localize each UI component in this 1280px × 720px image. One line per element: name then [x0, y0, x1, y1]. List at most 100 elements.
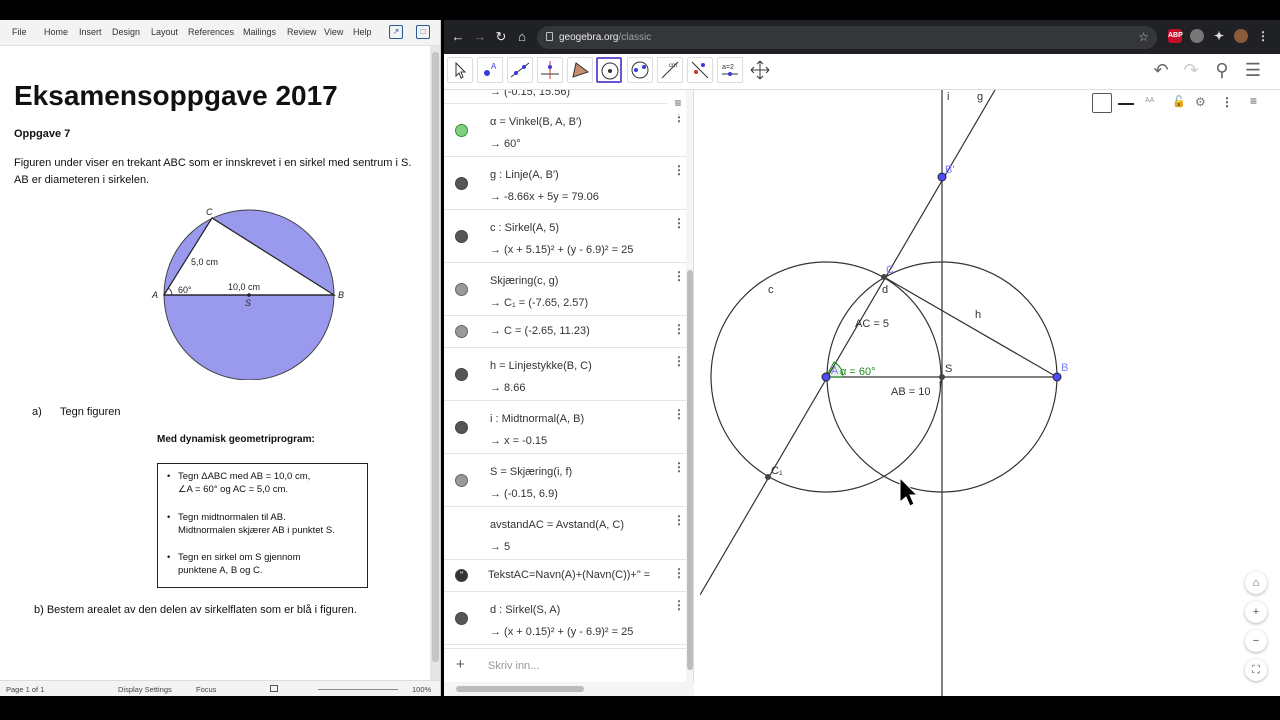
- visibility-toggle-icon[interactable]: [455, 176, 468, 190]
- visibility-toggle-icon[interactable]: [455, 611, 468, 625]
- reflect-tool[interactable]: [687, 57, 713, 83]
- perpendicular-tool[interactable]: [537, 57, 563, 83]
- avatar[interactable]: [1234, 29, 1248, 43]
- algebra-input-row[interactable]: + Skriv inn...: [444, 648, 686, 682]
- tab-view[interactable]: View: [324, 27, 343, 37]
- visibility-toggle-icon[interactable]: [455, 420, 468, 434]
- polygon-tool[interactable]: [567, 57, 593, 83]
- algebra-definition[interactable]: c : Sirkel(A, 5): [490, 222, 559, 234]
- settings-icon[interactable]: ⚙: [1195, 95, 1206, 109]
- visibility-toggle-icon[interactable]: [455, 282, 468, 296]
- row-menu-icon[interactable]: ⋮: [673, 354, 685, 368]
- share-icon[interactable]: ↗: [389, 25, 403, 39]
- visibility-toggle-icon[interactable]: [455, 123, 468, 137]
- add-icon[interactable]: +: [456, 656, 465, 673]
- text-icon[interactable]: ”: [455, 569, 468, 582]
- extension-icon[interactable]: [1190, 29, 1204, 43]
- algebra-row[interactable]: → C = (-2.65, 11.23) ⋮: [444, 316, 686, 348]
- tab-mailings[interactable]: Mailings: [243, 27, 276, 37]
- lock-toggle-icon[interactable]: 🔓: [1172, 95, 1186, 108]
- style-bar-toggle-icon[interactable]: ≡: [1250, 94, 1257, 108]
- row-menu-icon[interactable]: ⋮: [673, 269, 685, 283]
- more-options-icon[interactable]: ⋮: [1221, 95, 1233, 109]
- tab-references[interactable]: References: [188, 27, 234, 37]
- zoom-slider[interactable]: [318, 689, 398, 690]
- graphics-view[interactable]: i g B' C d c h AC = 5 A α = 60° S B AB =…: [700, 90, 1280, 696]
- slider-tool[interactable]: a=2: [717, 57, 743, 83]
- algebra-scrollbar[interactable]: [686, 90, 693, 682]
- row-menu-icon[interactable]: ⋮: [673, 163, 685, 177]
- word-scrollbar[interactable]: [430, 46, 440, 680]
- algebra-row[interactable]: c : Sirkel(A, 5) → (x + 5.15)² + (y - 6.9…: [444, 210, 686, 263]
- algebra-row[interactable]: avstandAC = Avstand(A, C) → 5 ⋮: [444, 507, 686, 560]
- address-bar[interactable]: geogebra.org/classic ☆: [537, 26, 1157, 49]
- back-icon[interactable]: ←: [450, 30, 466, 44]
- chrome-menu-icon[interactable]: ⋮: [1256, 29, 1270, 43]
- main-menu-icon[interactable]: ☰: [1241, 60, 1265, 81]
- algebra-row[interactable]: S = Skjæring(i, f) → (-0.15, 6.9) ⋮: [444, 454, 686, 507]
- zoom-level[interactable]: 100%: [412, 685, 431, 694]
- reload-icon[interactable]: ↻: [493, 30, 509, 44]
- tab-insert[interactable]: Insert: [79, 27, 102, 37]
- algebra-definition[interactable]: avstandAC = Avstand(A, C): [490, 519, 624, 531]
- focus-button[interactable]: Focus: [196, 685, 216, 694]
- construction-canvas[interactable]: i g B' C d c h AC = 5 A α = 60° S B AB =…: [700, 90, 1280, 696]
- algebra-row[interactable]: → (-0.15, 15.56): [444, 90, 686, 104]
- algebra-definition[interactable]: S = Skjæring(i, f): [490, 466, 572, 478]
- line-style-button[interactable]: [1118, 103, 1134, 105]
- algebra-definition[interactable]: g : Linje(A, B′): [490, 169, 559, 181]
- line-tool[interactable]: [507, 57, 533, 83]
- standard-view-icon[interactable]: ⌂: [1245, 572, 1267, 594]
- ellipse-tool[interactable]: [627, 57, 653, 83]
- color-button[interactable]: [1092, 93, 1112, 113]
- row-menu-icon[interactable]: ⋮: [673, 216, 685, 230]
- comments-icon[interactable]: □: [416, 25, 430, 39]
- puzzle-icon[interactable]: ✦: [1212, 29, 1226, 43]
- algebra-row[interactable]: h = Linjestykke(B, C) → 8.66 ⋮: [444, 348, 686, 401]
- circle-tool[interactable]: [596, 57, 622, 83]
- display-settings-button[interactable]: Display Settings: [118, 685, 172, 694]
- angle-tool[interactable]: cm: [657, 57, 683, 83]
- home-icon[interactable]: ⌂: [514, 30, 530, 44]
- text-size-icon[interactable]: AA: [1145, 97, 1154, 104]
- visibility-toggle-icon[interactable]: [455, 229, 468, 243]
- row-menu-icon[interactable]: ⋮: [673, 407, 685, 421]
- algebra-row[interactable]: g : Linje(A, B′) → -8.66x + 5y = 79.06 ⋮: [444, 157, 686, 210]
- undo-icon[interactable]: ↶: [1149, 60, 1173, 81]
- tab-layout[interactable]: Layout: [151, 27, 178, 37]
- redo-icon[interactable]: ↷: [1179, 60, 1203, 81]
- point-tool[interactable]: A: [477, 57, 503, 83]
- algebra-definition[interactable]: d : Sirkel(S, A): [490, 604, 560, 616]
- algebra-row[interactable]: d : Sirkel(S, A) → (x + 0.15)² + (y - 6.9…: [444, 592, 686, 645]
- algebra-definition[interactable]: i : Midtnormal(A, B): [490, 413, 584, 425]
- algebra-row[interactable]: i : Midtnormal(A, B) → x = -0.15 ⋮: [444, 401, 686, 454]
- tab-home[interactable]: Home: [44, 27, 68, 37]
- zoom-in-icon[interactable]: +: [1245, 601, 1267, 623]
- move-view-tool[interactable]: [747, 57, 773, 83]
- fullscreen-icon[interactable]: ⛶: [1245, 659, 1267, 681]
- algebra-hscroll[interactable]: [444, 682, 694, 696]
- row-menu-icon[interactable]: ⋮: [673, 598, 685, 612]
- forward-icon[interactable]: →: [472, 30, 488, 44]
- visibility-toggle-icon[interactable]: [455, 325, 468, 338]
- zoom-out-icon[interactable]: −: [1245, 630, 1267, 652]
- read-mode-icon[interactable]: [270, 685, 278, 692]
- algebra-input[interactable]: Skriv inn...: [488, 660, 539, 672]
- bookmark-star-icon[interactable]: ☆: [1138, 30, 1149, 44]
- move-tool[interactable]: [447, 57, 473, 83]
- row-menu-icon[interactable]: ⋮: [673, 322, 685, 336]
- row-menu-icon[interactable]: ⋮: [673, 460, 685, 474]
- tab-design[interactable]: Design: [112, 27, 140, 37]
- tab-review[interactable]: Review: [287, 27, 317, 37]
- visibility-toggle-icon[interactable]: [455, 367, 468, 381]
- algebra-definition[interactable]: h = Linjestykke(B, C): [490, 360, 592, 372]
- algebra-definition[interactable]: α = Vinkel(B, A, B′): [490, 116, 582, 128]
- tab-help[interactable]: Help: [353, 27, 372, 37]
- tab-file[interactable]: File: [12, 27, 27, 37]
- algebra-row[interactable]: α = Vinkel(B, A, B′) → 60° ⋮: [444, 104, 686, 157]
- row-menu-icon[interactable]: ⋮: [673, 513, 685, 527]
- algebra-definition[interactable]: Skjæring(c, g): [490, 275, 558, 287]
- algebra-row[interactable]: Skjæring(c, g) → C₁ = (-7.65, 2.57) ⋮: [444, 263, 686, 316]
- adblock-icon[interactable]: ABP: [1168, 29, 1183, 43]
- row-menu-icon[interactable]: ⋮: [673, 566, 685, 580]
